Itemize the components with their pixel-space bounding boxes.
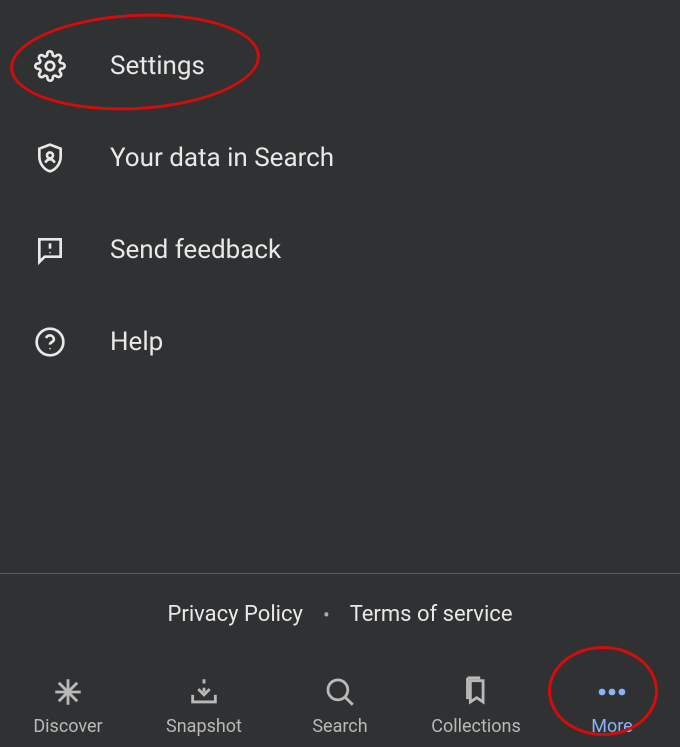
menu-item-label: Send feedback	[110, 235, 281, 265]
menu-item-settings[interactable]: Settings	[0, 20, 680, 112]
menu-item-label: Settings	[110, 51, 205, 81]
nav-item-collections[interactable]: Collections	[408, 674, 544, 737]
nav-label: Discover	[33, 716, 102, 737]
asterisk-icon	[50, 674, 86, 710]
menu-item-help[interactable]: Help	[0, 296, 680, 388]
footer-separator: •	[323, 603, 330, 627]
search-icon	[322, 674, 358, 710]
more-horizontal-icon	[594, 674, 630, 710]
nav-label: Collections	[431, 716, 520, 737]
menu-item-your-data[interactable]: Your data in Search	[0, 112, 680, 204]
nav-item-snapshot[interactable]: Snapshot	[136, 674, 272, 737]
nav-label: More	[591, 716, 632, 737]
terms-of-service-link[interactable]: Terms of service	[350, 602, 513, 627]
footer-links: Privacy Policy • Terms of service	[0, 574, 680, 655]
nav-item-search[interactable]: Search	[272, 674, 408, 737]
inbox-arrow-icon	[186, 674, 222, 710]
nav-label: Search	[312, 716, 367, 737]
privacy-policy-link[interactable]: Privacy Policy	[168, 602, 303, 627]
menu-list: Settings Your data in Search Send feedba…	[0, 0, 680, 573]
menu-item-label: Help	[110, 327, 163, 357]
nav-item-more[interactable]: More	[544, 674, 680, 737]
bookmarks-icon	[458, 674, 494, 710]
menu-item-send-feedback[interactable]: Send feedback	[0, 204, 680, 296]
nav-item-discover[interactable]: Discover	[0, 674, 136, 737]
nav-label: Snapshot	[166, 716, 242, 737]
gear-icon	[30, 46, 70, 86]
help-icon	[30, 322, 70, 362]
bottom-nav: Discover Snapshot Search Collections Mor…	[0, 655, 680, 747]
feedback-icon	[30, 230, 70, 270]
shield-account-icon	[30, 138, 70, 178]
menu-item-label: Your data in Search	[110, 143, 334, 173]
